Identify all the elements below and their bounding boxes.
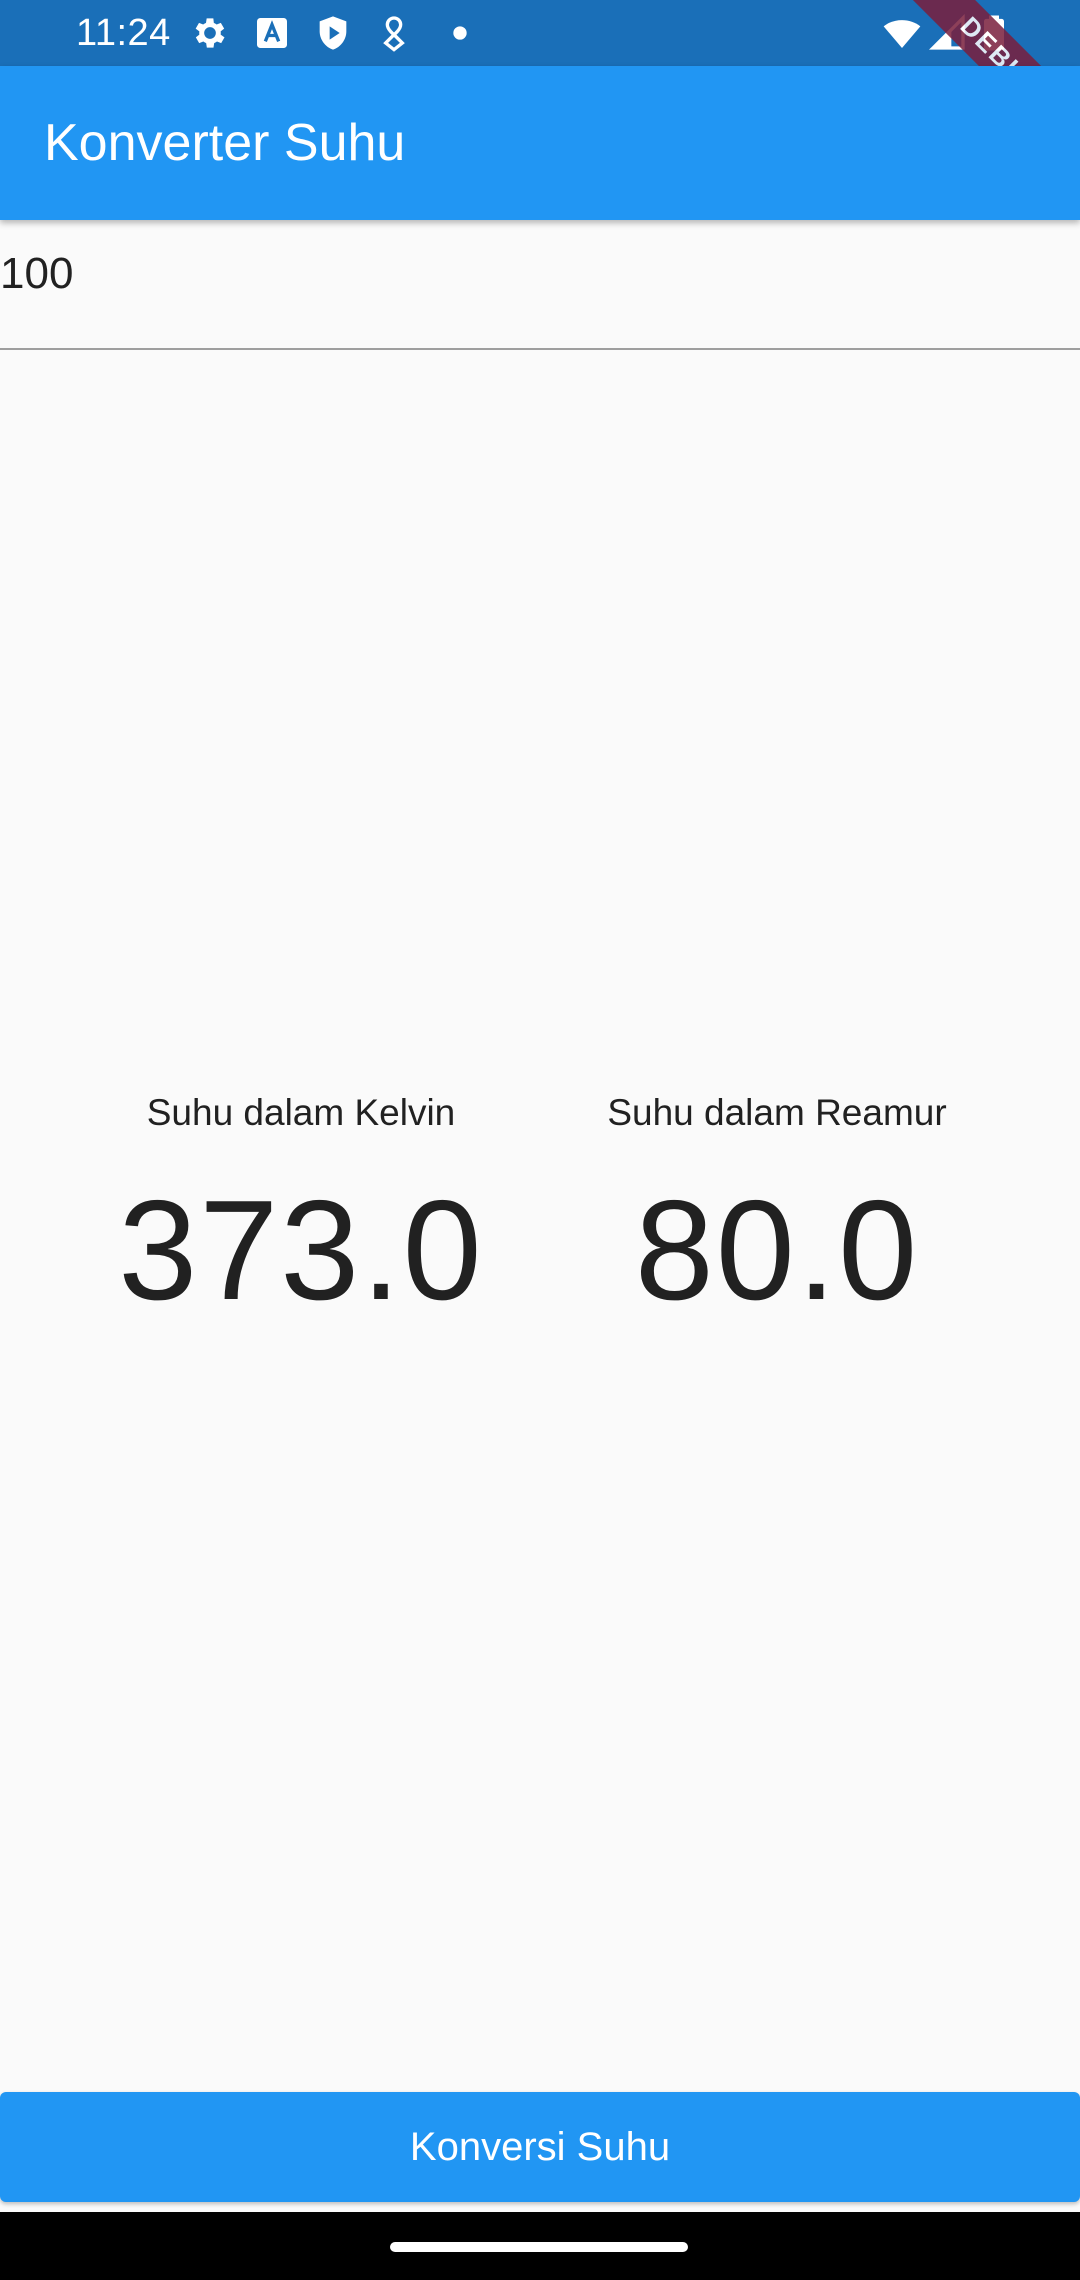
a-notification-icon [252,13,292,53]
navigation-bar [0,2212,1080,2280]
app-screen: 11:24 DEBUG Konverter Suhu Suhu d [0,0,1080,2280]
app-title: Konverter Suhu [44,114,406,172]
settings-icon [190,13,230,53]
dot-icon [440,13,480,53]
wifi-icon [882,13,922,53]
status-time: 11:24 [76,12,171,54]
status-bar: 11:24 [0,0,1080,66]
kelvin-result: Suhu dalam Kelvin 373.0 [91,1090,511,1326]
location-heart-icon [374,13,414,53]
home-gesture-handle[interactable] [390,2242,688,2252]
shield-play-icon [313,13,353,53]
convert-button[interactable]: Konversi Suhu [0,2092,1080,2202]
app-bar: Konverter Suhu [0,66,1080,220]
reamur-value: 80.0 [634,1171,920,1330]
temperature-input[interactable] [0,240,1080,350]
reamur-label: Suhu dalam Reamur [607,1092,947,1133]
kelvin-value: 373.0 [118,1171,484,1330]
reamur-result: Suhu dalam Reamur 80.0 [567,1090,987,1326]
kelvin-label: Suhu dalam Kelvin [146,1092,456,1133]
